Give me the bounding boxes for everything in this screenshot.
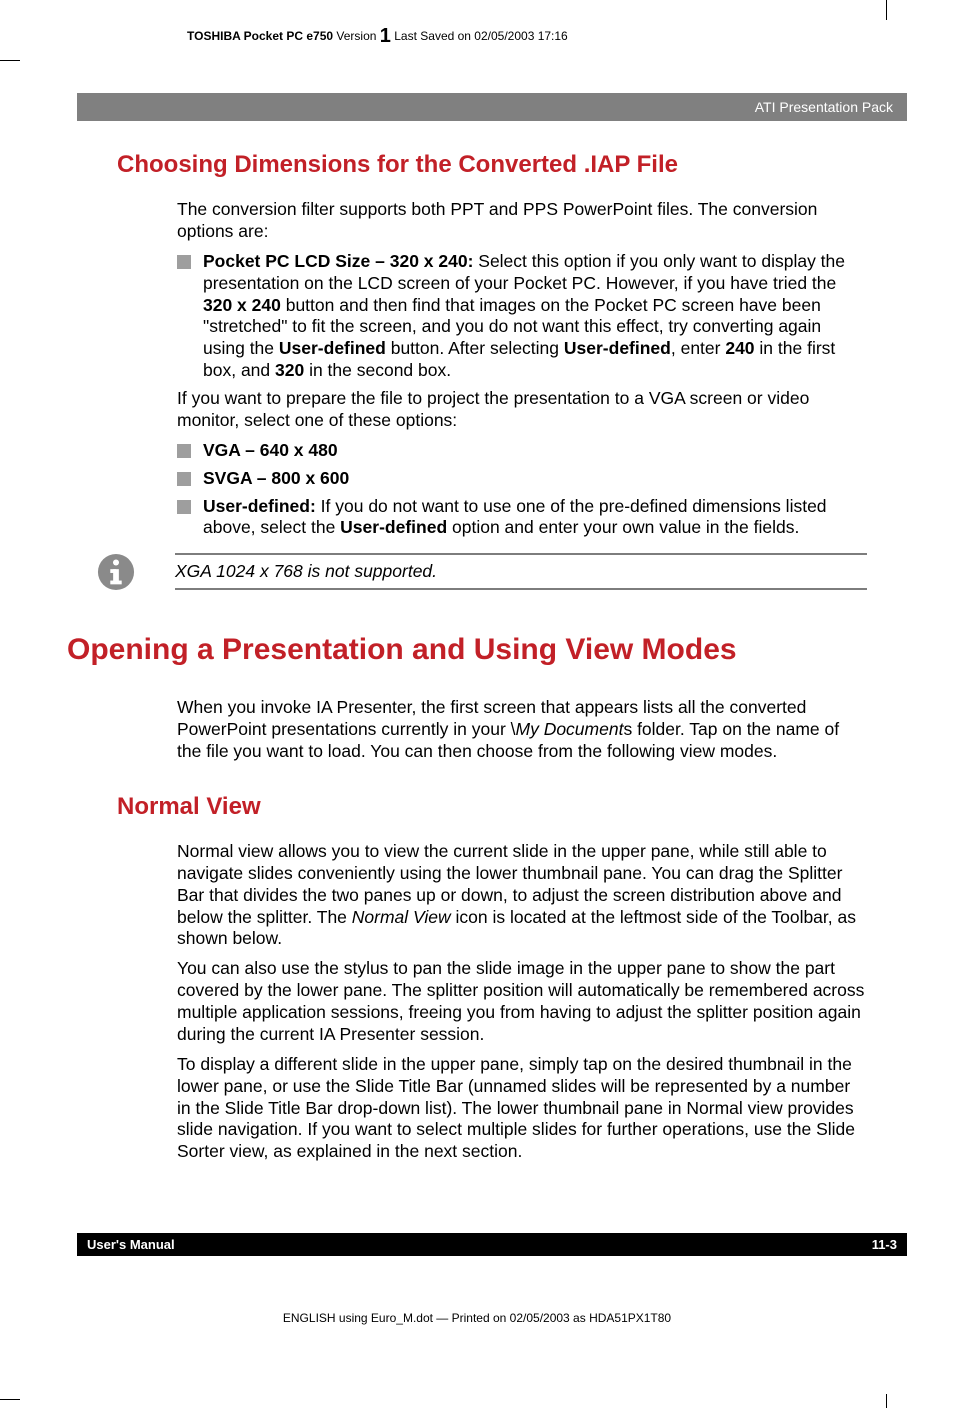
bold-text: Pocket PC LCD Size – 320 x 240: [203, 251, 473, 271]
bold-text: 320 [275, 360, 304, 380]
list-text: User-defined: If you do not want to use … [203, 496, 867, 540]
footer-bar: User's Manual 11-3 [77, 1233, 907, 1256]
bold-text: 240 [725, 338, 754, 358]
info-icon [97, 553, 135, 591]
list-text: Pocket PC LCD Size – 320 x 240: Select t… [203, 251, 867, 382]
note-text: XGA 1024 x 768 is not supported. [175, 553, 867, 590]
bullet-icon [177, 472, 191, 486]
note-callout: XGA 1024 x 768 is not supported. [97, 553, 867, 591]
bold-text: VGA – 640 x 480 [203, 440, 338, 460]
section-banner: ATI Presentation Pack [77, 93, 907, 121]
text: , enter [671, 338, 725, 358]
paragraph: Normal view allows you to view the curre… [177, 841, 867, 950]
text: button. After selecting [386, 338, 564, 358]
paragraph: To display a different slide in the uppe… [177, 1054, 867, 1163]
heading-normal-view: Normal View [117, 793, 907, 821]
bold-text: User-defined [340, 517, 447, 537]
paragraph: If you want to prepare the file to proje… [177, 388, 867, 432]
italic-text: Normal View [352, 907, 451, 927]
bullet-icon [177, 255, 191, 269]
list-item: SVGA – 800 x 600 [177, 468, 867, 490]
paragraph: You can also use the stylus to pan the s… [177, 958, 867, 1046]
crop-mark [0, 60, 20, 61]
page: TOSHIBA Pocket PC e750 Version 1 Last Sa… [47, 0, 907, 1335]
text: in the second box. [304, 360, 451, 380]
running-header: TOSHIBA Pocket PC e750 Version 1 Last Sa… [47, 25, 907, 48]
text: option and enter your own value in the f… [447, 517, 799, 537]
heading-choosing-dimensions: Choosing Dimensions for the Converted .I… [117, 151, 907, 179]
bold-text: User-defined [564, 338, 671, 358]
bold-text: User-defined [279, 338, 386, 358]
bold-text: SVGA – 800 x 600 [203, 468, 349, 488]
list-text: VGA – 640 x 480 [203, 440, 867, 462]
list-item: User-defined: If you do not want to use … [177, 496, 867, 540]
bold-text: User-defined: [203, 496, 316, 516]
page-number: 11-3 [872, 1237, 897, 1252]
paragraph: The conversion filter supports both PPT … [177, 199, 867, 243]
version-number: 1 [380, 25, 391, 47]
crop-mark [0, 1399, 20, 1400]
paragraph: When you invoke IA Presenter, the first … [177, 697, 867, 763]
list-text: SVGA – 800 x 600 [203, 468, 867, 490]
product-name: TOSHIBA Pocket PC e750 [187, 29, 333, 43]
print-info: ENGLISH using Euro_M.dot — Printed on 02… [47, 1311, 907, 1335]
bullet-icon [177, 500, 191, 514]
list-item: Pocket PC LCD Size – 320 x 240: Select t… [177, 251, 867, 382]
italic-text: My Document [516, 719, 624, 739]
bold-text: 320 x 240 [203, 295, 281, 315]
version-label: Version [336, 29, 376, 43]
crop-mark [886, 1394, 887, 1408]
footer-left: User's Manual [87, 1237, 175, 1252]
bullet-list: Pocket PC LCD Size – 320 x 240: Select t… [177, 251, 867, 382]
bullet-icon [177, 444, 191, 458]
bullet-list: VGA – 640 x 480 SVGA – 800 x 600 User-de… [177, 440, 867, 540]
save-info: Last Saved on 02/05/2003 17:16 [394, 29, 567, 43]
list-item: VGA – 640 x 480 [177, 440, 867, 462]
heading-opening-presentation: Opening a Presentation and Using View Mo… [67, 633, 907, 667]
